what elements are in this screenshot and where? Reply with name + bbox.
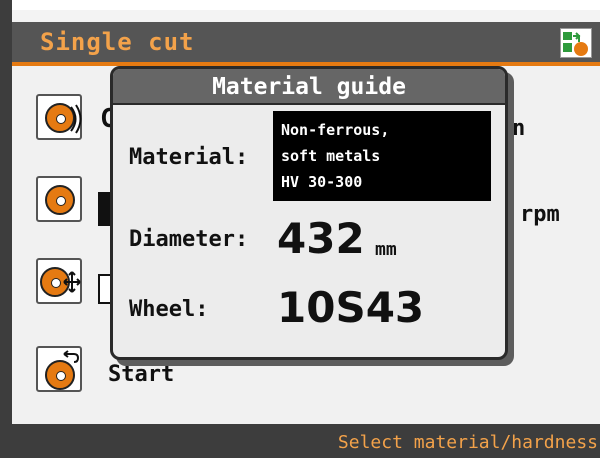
status-bar: Select material/hardness [12,424,600,458]
material-label: Material: [129,145,249,170]
material-line-1: Non-ferrous, [281,121,390,139]
move-arrows-icon [63,271,81,293]
screen-left-bezel [0,0,12,458]
position-button[interactable] [36,258,82,304]
machine-screen: Single cut C n rpm Start Select material… [0,0,600,458]
continuous-cut-button[interactable] [36,94,82,140]
start-button[interactable] [36,346,82,392]
network-status-icon [560,28,592,58]
material-line-2: soft metals [281,147,381,165]
diameter-label: Diameter: [129,227,249,252]
diameter-button[interactable] [36,176,82,222]
return-arrow-icon [63,350,80,363]
material-selection[interactable]: Non-ferrous, soft metals HV 30-300 [273,111,491,201]
disc-icon [45,360,75,390]
diameter-unit: mm [375,239,397,260]
wheel-value: 10S43 [277,283,425,332]
wheel-label: Wheel: [129,297,209,322]
rotation-waves-icon [70,104,82,134]
material-guide-dialog[interactable]: Material guide Material: Non-ferrous, so… [110,66,508,360]
status-hint: Select material/hardness [337,432,598,453]
screen-top-edge [0,0,600,10]
disc-icon [45,185,75,215]
diameter-value: 432 [277,214,365,263]
dialog-title: Material guide [113,69,505,105]
page-title: Single cut [40,28,195,56]
partial-text-rpm: rpm [520,202,560,227]
title-bar: Single cut [12,22,600,66]
material-line-3: HV 30-300 [281,173,363,191]
